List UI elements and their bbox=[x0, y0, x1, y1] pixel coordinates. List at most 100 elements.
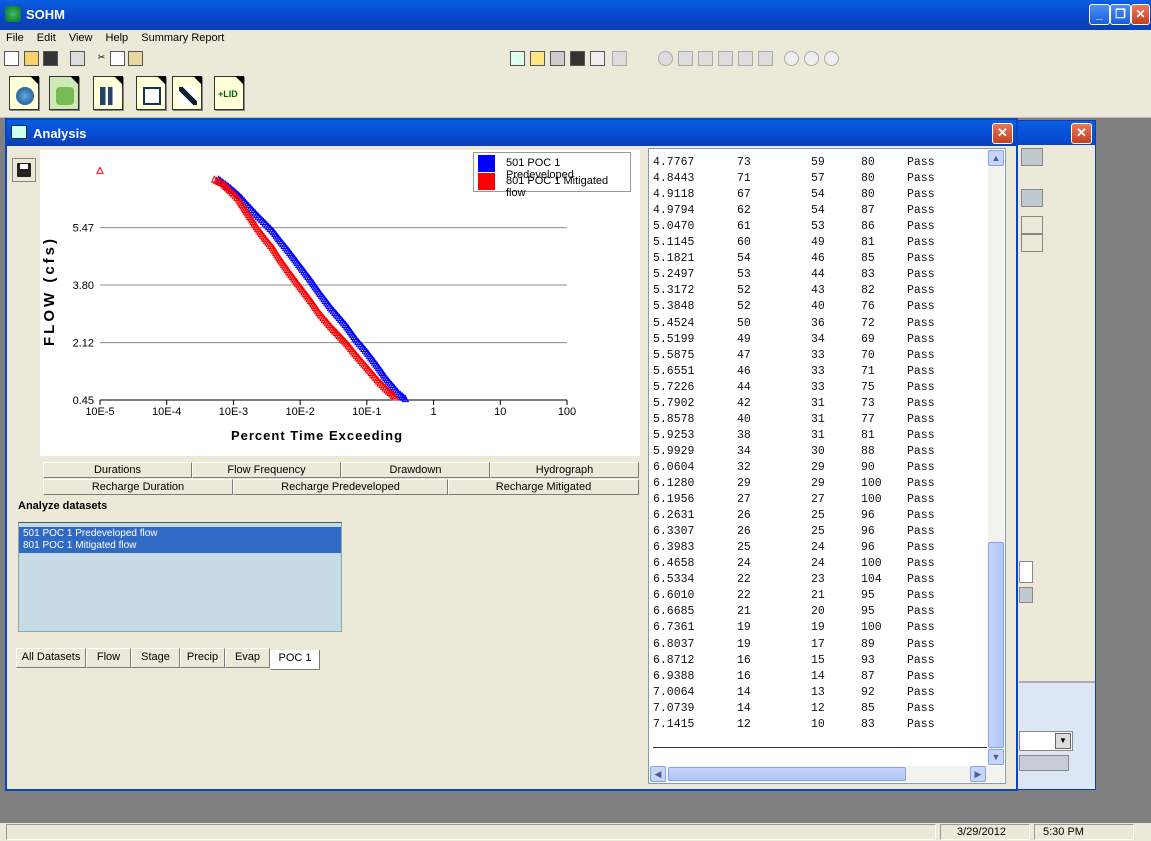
menu-view[interactable]: View bbox=[63, 30, 97, 44]
results-table[interactable]: 4.7767 73 59 80 Pass 4.8443 71 57 80 Pass 4.9118 67… bbox=[648, 148, 1006, 784]
scroll-right-button[interactable]: ▶ bbox=[970, 766, 986, 782]
table-cell: 12 bbox=[737, 717, 751, 731]
table-cell: Pass bbox=[907, 156, 935, 169]
table-cell: 21 bbox=[811, 589, 825, 603]
table-cell: 92 bbox=[861, 685, 875, 699]
table-cell: 54 bbox=[811, 204, 825, 218]
table-cell: 75 bbox=[861, 380, 875, 394]
table-cell: 25 bbox=[737, 541, 751, 555]
horizontal-scroll-thumb[interactable] bbox=[668, 767, 906, 781]
tab-drawdown[interactable]: Drawdown bbox=[341, 462, 490, 478]
save-icon bbox=[17, 163, 31, 177]
tab-recharge-predeveloped[interactable]: Recharge Predeveloped bbox=[233, 479, 448, 495]
table-cell: 96 bbox=[861, 509, 875, 523]
table-cell: 25 bbox=[811, 509, 825, 523]
open-folder-icon[interactable] bbox=[24, 51, 39, 66]
table-cell: 34 bbox=[811, 332, 825, 346]
background-window-close-button[interactable]: ✕ bbox=[1071, 123, 1092, 144]
table-cell: 16 bbox=[737, 669, 751, 683]
dataset-list[interactable]: 501 POC 1 Predeveloped flow 801 POC 1 Mi… bbox=[18, 522, 342, 632]
menu-file[interactable]: File bbox=[0, 30, 28, 44]
paste-icon[interactable] bbox=[128, 51, 143, 66]
analysis-module-button[interactable] bbox=[93, 76, 123, 110]
disabled-grid-icon bbox=[718, 51, 733, 66]
table-cell: 17 bbox=[811, 637, 825, 651]
dataset-item[interactable]: 801 POC 1 Mitigated flow bbox=[19, 539, 341, 553]
table-cell: 40 bbox=[737, 412, 751, 426]
chevron-down-icon[interactable]: ▼ bbox=[1055, 733, 1071, 749]
tab-flow[interactable]: Flow bbox=[86, 648, 131, 668]
report-module-button[interactable] bbox=[136, 76, 166, 110]
close-app-button[interactable]: ✕ bbox=[1131, 4, 1150, 25]
table-cell: 36 bbox=[811, 316, 825, 330]
tab-flow-frequency[interactable]: Flow Frequency bbox=[192, 462, 341, 478]
globe-module-button[interactable] bbox=[9, 76, 39, 110]
print-graph-icon[interactable] bbox=[550, 51, 565, 66]
tab-hydrograph[interactable]: Hydrograph bbox=[490, 462, 639, 478]
tab-durations[interactable]: Durations bbox=[43, 462, 192, 478]
table-icon[interactable] bbox=[590, 51, 605, 66]
tab-stage[interactable]: Stage bbox=[131, 648, 180, 668]
table-cell: 50 bbox=[737, 316, 751, 330]
minimize-button[interactable]: _ bbox=[1089, 4, 1110, 25]
menu-edit[interactable]: Edit bbox=[31, 30, 60, 44]
table-cell: 22 bbox=[737, 573, 751, 587]
standard-toolbar: ✂ bbox=[0, 47, 1151, 71]
tab-recharge-duration[interactable]: Recharge Duration bbox=[43, 479, 233, 495]
table-cell: Pass bbox=[907, 348, 935, 362]
table-cell: Pass bbox=[907, 477, 935, 490]
copy-icon[interactable] bbox=[110, 51, 125, 66]
tools-module-button[interactable] bbox=[172, 76, 202, 110]
analysis-close-button[interactable]: ✕ bbox=[992, 123, 1013, 144]
background-dropdown[interactable]: ▼ bbox=[1019, 731, 1073, 751]
tab-precip[interactable]: Precip bbox=[180, 648, 225, 668]
tab-recharge-mitigated[interactable]: Recharge Mitigated bbox=[448, 479, 639, 495]
table-cell: 33 bbox=[811, 380, 825, 394]
table-cell: Pass bbox=[907, 605, 935, 619]
table-cell: 33 bbox=[811, 348, 825, 362]
table-cell: Pass bbox=[907, 701, 935, 715]
disabled-tool-icon bbox=[612, 51, 627, 66]
table-cell: 5.2497 bbox=[653, 268, 695, 282]
report-icon[interactable] bbox=[530, 51, 545, 66]
background-field bbox=[1019, 587, 1033, 603]
tab-poc-1[interactable]: POC 1 bbox=[270, 650, 320, 670]
menu-summary-report[interactable]: Summary Report bbox=[135, 30, 228, 44]
edit-graph-icon[interactable] bbox=[510, 51, 525, 66]
print-icon[interactable] bbox=[70, 51, 85, 66]
background-spinner[interactable] bbox=[1019, 561, 1033, 583]
new-file-icon[interactable] bbox=[4, 51, 19, 66]
scroll-up-button[interactable]: ▲ bbox=[988, 150, 1004, 166]
tab-all-datasets[interactable]: All Datasets bbox=[16, 648, 86, 668]
cut-icon[interactable]: ✂ bbox=[94, 51, 109, 66]
scroll-down-button[interactable]: ▼ bbox=[988, 749, 1004, 765]
scroll-left-button[interactable]: ◀ bbox=[650, 766, 666, 782]
table-cell: 5.8578 bbox=[653, 412, 695, 426]
analysis-window-icon bbox=[11, 125, 27, 139]
table-cell: 82 bbox=[861, 284, 875, 298]
scenario-module-button[interactable] bbox=[49, 76, 79, 110]
table-cell: 6.5334 bbox=[653, 573, 695, 587]
analysis-window-title: Analysis bbox=[33, 126, 87, 141]
disabled-gear-icon bbox=[698, 51, 713, 66]
lid-module-button[interactable]: +LID bbox=[214, 76, 244, 110]
tab-evap[interactable]: Evap bbox=[225, 648, 270, 668]
vertical-scroll-thumb[interactable] bbox=[988, 542, 1004, 748]
save-analysis-button[interactable] bbox=[12, 158, 36, 182]
menu-help[interactable]: Help bbox=[100, 30, 133, 44]
restore-button[interactable]: ❐ bbox=[1110, 4, 1131, 25]
table-cell: 87 bbox=[861, 669, 875, 683]
table-cell: 52 bbox=[737, 300, 751, 314]
table-cell: 21 bbox=[737, 605, 751, 619]
save-graph-icon[interactable] bbox=[570, 51, 585, 66]
table-cell: Pass bbox=[907, 573, 935, 587]
table-cell: 80 bbox=[861, 172, 875, 186]
table-cell: Pass bbox=[907, 268, 935, 282]
save-icon[interactable] bbox=[43, 51, 58, 66]
table-cell: 12 bbox=[811, 701, 825, 715]
table-cell: 49 bbox=[811, 236, 825, 250]
table-cell: 30 bbox=[811, 444, 825, 458]
report-doc-icon bbox=[143, 87, 161, 105]
legend-swatch-blue bbox=[478, 155, 495, 172]
background-field bbox=[1021, 216, 1043, 234]
